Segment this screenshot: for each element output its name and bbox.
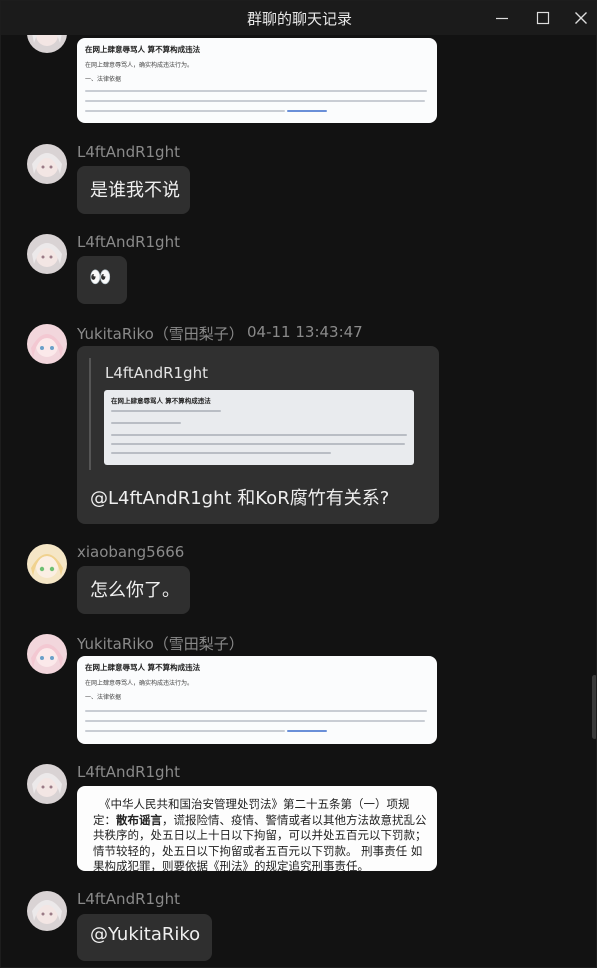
card-text-line bbox=[85, 100, 425, 102]
card-text-line bbox=[111, 452, 331, 454]
quoted-sender-name: L4ftAndR1ght bbox=[105, 364, 208, 382]
card-text-line bbox=[85, 720, 425, 722]
card-link bbox=[287, 730, 327, 732]
card-text-line bbox=[85, 90, 427, 92]
avatar[interactable] bbox=[27, 891, 67, 931]
anime-girl-avatar-icon bbox=[27, 324, 67, 364]
card-text-line bbox=[111, 434, 407, 436]
message-timestamp: 04-11 13:43:47 bbox=[247, 323, 363, 341]
title-bar: 群聊的聊天记录 bbox=[1, 1, 596, 35]
card-text-line bbox=[111, 443, 405, 445]
quote-bar bbox=[89, 358, 91, 470]
sender-name: YukitaRiko（雪田梨子） bbox=[77, 325, 244, 343]
card-line: 在网上肆意辱骂人，确实构成违法行为。 bbox=[85, 680, 194, 687]
message-text: @YukitaRiko bbox=[90, 924, 201, 945]
sender-name: L4ftAndR1ght bbox=[77, 890, 180, 908]
avatar[interactable] bbox=[27, 234, 67, 274]
blonde-girl-avatar-icon bbox=[27, 544, 67, 584]
anime-girl-avatar-icon bbox=[27, 634, 67, 674]
card-text-line bbox=[85, 710, 427, 712]
law-text-image[interactable]: 《中华人民共和国治安管理处罚法》第二十五条第（一）项规定：散布谣言，谎报险情、疫… bbox=[77, 786, 437, 873]
message-text: @L4ftAndR1ght 和KoR腐竹有关系? bbox=[90, 488, 390, 509]
avatar[interactable] bbox=[27, 144, 67, 184]
eyes-emoji: 👀 bbox=[89, 267, 112, 288]
anime-girl-avatar-icon bbox=[27, 234, 67, 274]
law-text-bold: 散布谣言 bbox=[116, 812, 162, 827]
quoted-image-card[interactable]: 在网上肆意辱骂人 算不算构成违法 bbox=[104, 390, 414, 465]
avatar[interactable] bbox=[27, 764, 67, 804]
message-text: 是谁我不说 bbox=[90, 180, 180, 201]
message-bubble[interactable]: @YukitaRiko bbox=[77, 914, 212, 961]
chat-history-window: 群聊的聊天记录 在网上肆意辱骂人 算不算构成违法 在网上肆意辱骂人，确实构成违法… bbox=[0, 0, 597, 968]
card-text-line bbox=[85, 110, 285, 112]
card-line: 一、法律依据 bbox=[85, 694, 122, 701]
sender-name: L4ftAndR1ght bbox=[77, 143, 180, 161]
close-button[interactable] bbox=[561, 1, 596, 35]
card-text-line bbox=[111, 422, 181, 424]
sender-name: xiaobang5666 bbox=[77, 543, 185, 561]
card-text-line bbox=[85, 730, 285, 732]
avatar[interactable] bbox=[27, 634, 67, 674]
maximize-button[interactable] bbox=[520, 1, 566, 35]
message-text: 怎么你了。 bbox=[90, 580, 180, 601]
card-text-line bbox=[111, 410, 221, 412]
card-heading: 在网上肆意辱骂人 算不算构成违法 bbox=[85, 45, 201, 54]
shared-image-card[interactable]: 在网上肆意辱骂人 算不算构成违法 在网上肆意辱骂人，确实构成违法行为。 一、法律… bbox=[77, 38, 437, 123]
anime-girl-avatar-icon bbox=[27, 144, 67, 184]
message-bubble[interactable]: 👀 bbox=[77, 256, 127, 304]
shared-image-card[interactable]: 在网上肆意辱骂人 算不算构成违法 在网上肆意辱骂人，确实构成违法行为。 一、法律… bbox=[77, 656, 437, 744]
scrollbar-thumb[interactable] bbox=[592, 675, 596, 739]
message-list[interactable]: 在网上肆意辱骂人 算不算构成违法 在网上肆意辱骂人，确实构成违法行为。 一、法律… bbox=[1, 35, 596, 967]
anime-girl-avatar-icon bbox=[27, 891, 67, 931]
minimize-button[interactable] bbox=[479, 1, 525, 35]
avatar[interactable] bbox=[27, 35, 67, 53]
message-bubble[interactable]: 怎么你了。 bbox=[77, 566, 190, 614]
message-bubble[interactable]: 是谁我不说 bbox=[77, 166, 190, 214]
avatar[interactable] bbox=[27, 324, 67, 364]
minimize-icon bbox=[496, 17, 508, 20]
close-icon bbox=[575, 12, 587, 24]
sender-name: L4ftAndR1ght bbox=[77, 763, 180, 781]
reply-message-bubble[interactable]: L4ftAndR1ght 在网上肆意辱骂人 算不算构成违法 @L4ftAndR1… bbox=[77, 346, 439, 524]
avatar[interactable] bbox=[27, 544, 67, 584]
card-heading: 在网上肆意辱骂人 算不算构成违法 bbox=[85, 663, 201, 672]
card-heading: 在网上肆意辱骂人 算不算构成违法 bbox=[111, 397, 211, 405]
card-line: 一、法律依据 bbox=[85, 76, 122, 83]
maximize-icon bbox=[536, 11, 550, 25]
law-paragraph: 《中华人民共和国治安管理处罚法》第二十五条第（一）项规定：散布谣言，谎报险情、疫… bbox=[93, 797, 427, 875]
sender-name: YukitaRiko（雪田梨子） bbox=[77, 635, 244, 653]
card-link bbox=[287, 110, 327, 112]
card-line: 在网上肆意辱骂人，确实构成违法行为。 bbox=[85, 62, 194, 69]
anime-girl-avatar-icon bbox=[27, 764, 67, 804]
sender-name: L4ftAndR1ght bbox=[77, 233, 180, 251]
anime-girl-avatar-icon bbox=[27, 35, 67, 53]
